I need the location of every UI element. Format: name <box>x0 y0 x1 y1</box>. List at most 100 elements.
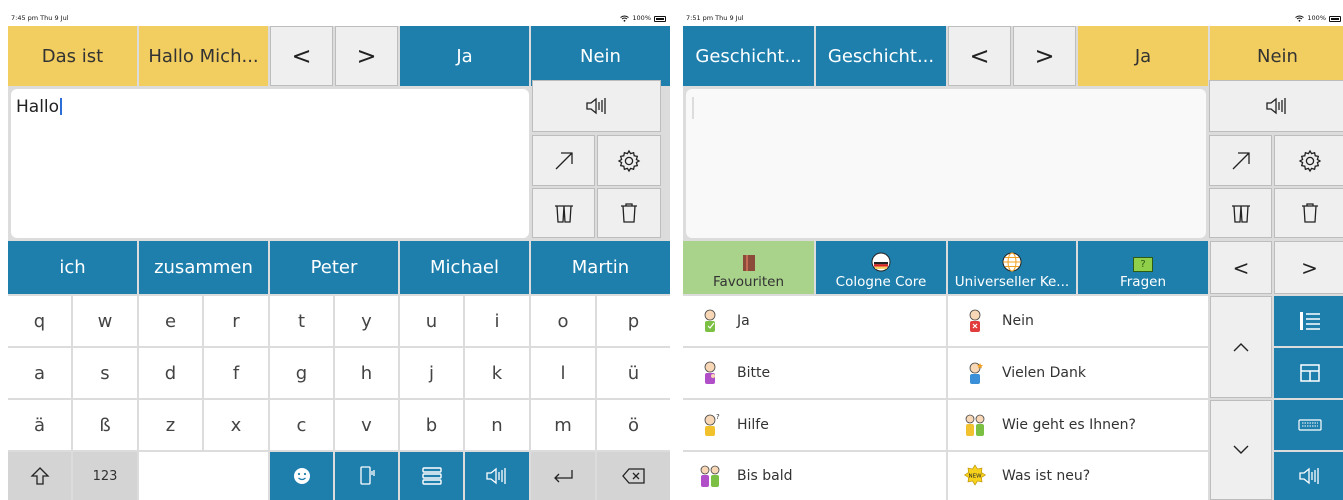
settings-button[interactable] <box>1274 135 1343 186</box>
arrow-up-right-icon <box>1232 151 1250 169</box>
key-l[interactable]: l <box>531 348 595 398</box>
key-t[interactable]: t <box>270 296 333 346</box>
key-p[interactable]: p <box>597 296 670 346</box>
key-y[interactable]: y <box>335 296 398 346</box>
two-people-wave-icon <box>700 465 720 487</box>
clear-button[interactable] <box>1274 188 1343 238</box>
key-m[interactable]: m <box>531 400 595 450</box>
no-button[interactable]: Nein <box>531 26 670 86</box>
prev-button[interactable]: < <box>270 26 333 86</box>
key-b[interactable]: b <box>400 400 463 450</box>
phrase-tile[interactable]: Vielen Dank <box>948 348 1208 398</box>
prev-button[interactable]: < <box>948 26 1011 86</box>
scroll-up-button[interactable] <box>1210 296 1272 398</box>
key-z[interactable]: z <box>139 400 202 450</box>
wifi-icon <box>1295 15 1305 22</box>
yes-button[interactable]: Ja <box>400 26 529 86</box>
phrase-tile[interactable]: Wie geht es Ihnen? <box>948 400 1208 450</box>
status-bar: 7:51 pm Thu 9 Jul 100% <box>683 11 1343 26</box>
list-view-button[interactable] <box>1274 296 1343 346</box>
key-k[interactable]: k <box>465 348 529 398</box>
phrase-tile[interactable]: Bis bald <box>683 452 946 500</box>
no-button[interactable]: Nein <box>1210 26 1343 86</box>
phrase-button-2[interactable]: Hallo Mich... <box>139 26 268 86</box>
yes-button[interactable]: Ja <box>1078 26 1208 86</box>
numbers-key[interactable]: 123 <box>73 452 137 500</box>
speak-button[interactable] <box>1209 80 1343 132</box>
space-key[interactable] <box>139 452 268 500</box>
key-q[interactable]: q <box>8 296 71 346</box>
key-v[interactable]: v <box>335 400 398 450</box>
speak-button[interactable] <box>532 80 661 132</box>
category-cologne-core[interactable]: Cologne Core <box>816 241 946 294</box>
delete-word-button[interactable] <box>532 188 595 238</box>
key-n[interactable]: n <box>465 400 529 450</box>
key-u[interactable]: u <box>400 296 463 346</box>
next-button[interactable]: > <box>1013 26 1076 86</box>
menu-key[interactable] <box>400 452 463 500</box>
key-ue[interactable]: ü <box>597 348 670 398</box>
key-e[interactable]: e <box>139 296 202 346</box>
category-favouriten[interactable]: Favouriten <box>683 241 814 294</box>
key-i[interactable]: i <box>465 296 529 346</box>
return-key[interactable] <box>531 452 595 500</box>
key-s[interactable]: s <box>73 348 137 398</box>
emoji-key[interactable] <box>270 452 333 500</box>
person-please-icon <box>704 361 716 384</box>
category-next-button[interactable]: > <box>1274 241 1343 294</box>
category-fragen[interactable]: ? Fragen <box>1078 241 1208 294</box>
key-g[interactable]: g <box>270 348 333 398</box>
phrase-tile[interactable]: NEW Was ist neu? <box>948 452 1208 500</box>
speak-key[interactable] <box>465 452 529 500</box>
scroll-down-button[interactable] <box>1210 400 1272 500</box>
key-d[interactable]: d <box>139 348 202 398</box>
clear-button[interactable] <box>597 188 661 238</box>
trash-icon <box>1301 203 1318 223</box>
key-a[interactable]: a <box>8 348 71 398</box>
prediction-5[interactable]: Martin <box>531 241 670 294</box>
prediction-3[interactable]: Peter <box>270 241 398 294</box>
phrase-tile[interactable]: Nein <box>948 296 1208 346</box>
category-universeller[interactable]: Universeller Ke... <box>948 241 1076 294</box>
key-x[interactable]: x <box>204 400 268 450</box>
phrase-button-1[interactable]: Das ist <box>8 26 137 86</box>
phone-speak-key[interactable] <box>335 452 398 500</box>
phrase-tile[interactable]: ? Hilfe <box>683 400 946 450</box>
prediction-1[interactable]: ich <box>8 241 137 294</box>
speak-key[interactable] <box>1274 452 1343 500</box>
trash-icon <box>621 203 637 223</box>
phrases-screen: 7:51 pm Thu 9 Jul 100% Geschicht... Gesc… <box>683 11 1343 500</box>
delete-word-button[interactable] <box>1209 188 1272 238</box>
next-button[interactable]: > <box>335 26 398 86</box>
backspace-key[interactable] <box>597 452 670 500</box>
list-icon <box>1299 312 1320 330</box>
key-c[interactable]: c <box>270 400 333 450</box>
prediction-4[interactable]: Michael <box>400 241 529 294</box>
category-prev-button[interactable]: < <box>1210 241 1272 294</box>
story-button-1[interactable]: Geschicht... <box>683 26 814 86</box>
grid-view-button[interactable] <box>1274 348 1343 398</box>
key-w[interactable]: w <box>73 296 137 346</box>
key-sz[interactable]: ß <box>73 400 137 450</box>
prediction-2[interactable]: zusammen <box>139 241 268 294</box>
phrase-tile[interactable]: Bitte <box>683 348 946 398</box>
message-text-field[interactable] <box>686 89 1206 238</box>
key-h[interactable]: h <box>335 348 398 398</box>
key-ae[interactable]: ä <box>8 400 71 450</box>
trash-double-icon <box>1231 205 1250 223</box>
settings-button[interactable] <box>597 135 661 186</box>
key-o[interactable]: o <box>531 296 595 346</box>
text-cursor <box>60 98 62 115</box>
share-button[interactable] <box>1209 135 1272 186</box>
phrase-tile[interactable]: Ja <box>683 296 946 346</box>
key-r[interactable]: r <box>204 296 268 346</box>
message-text-field[interactable]: Hallo <box>11 89 529 238</box>
key-f[interactable]: f <box>204 348 268 398</box>
story-button-2[interactable]: Geschicht... <box>816 26 946 86</box>
arrow-up-right-icon <box>555 151 573 169</box>
key-oe[interactable]: ö <box>597 400 670 450</box>
keyboard-button[interactable] <box>1274 400 1343 450</box>
share-button[interactable] <box>532 135 595 186</box>
key-j[interactable]: j <box>400 348 463 398</box>
shift-key[interactable] <box>8 452 71 500</box>
